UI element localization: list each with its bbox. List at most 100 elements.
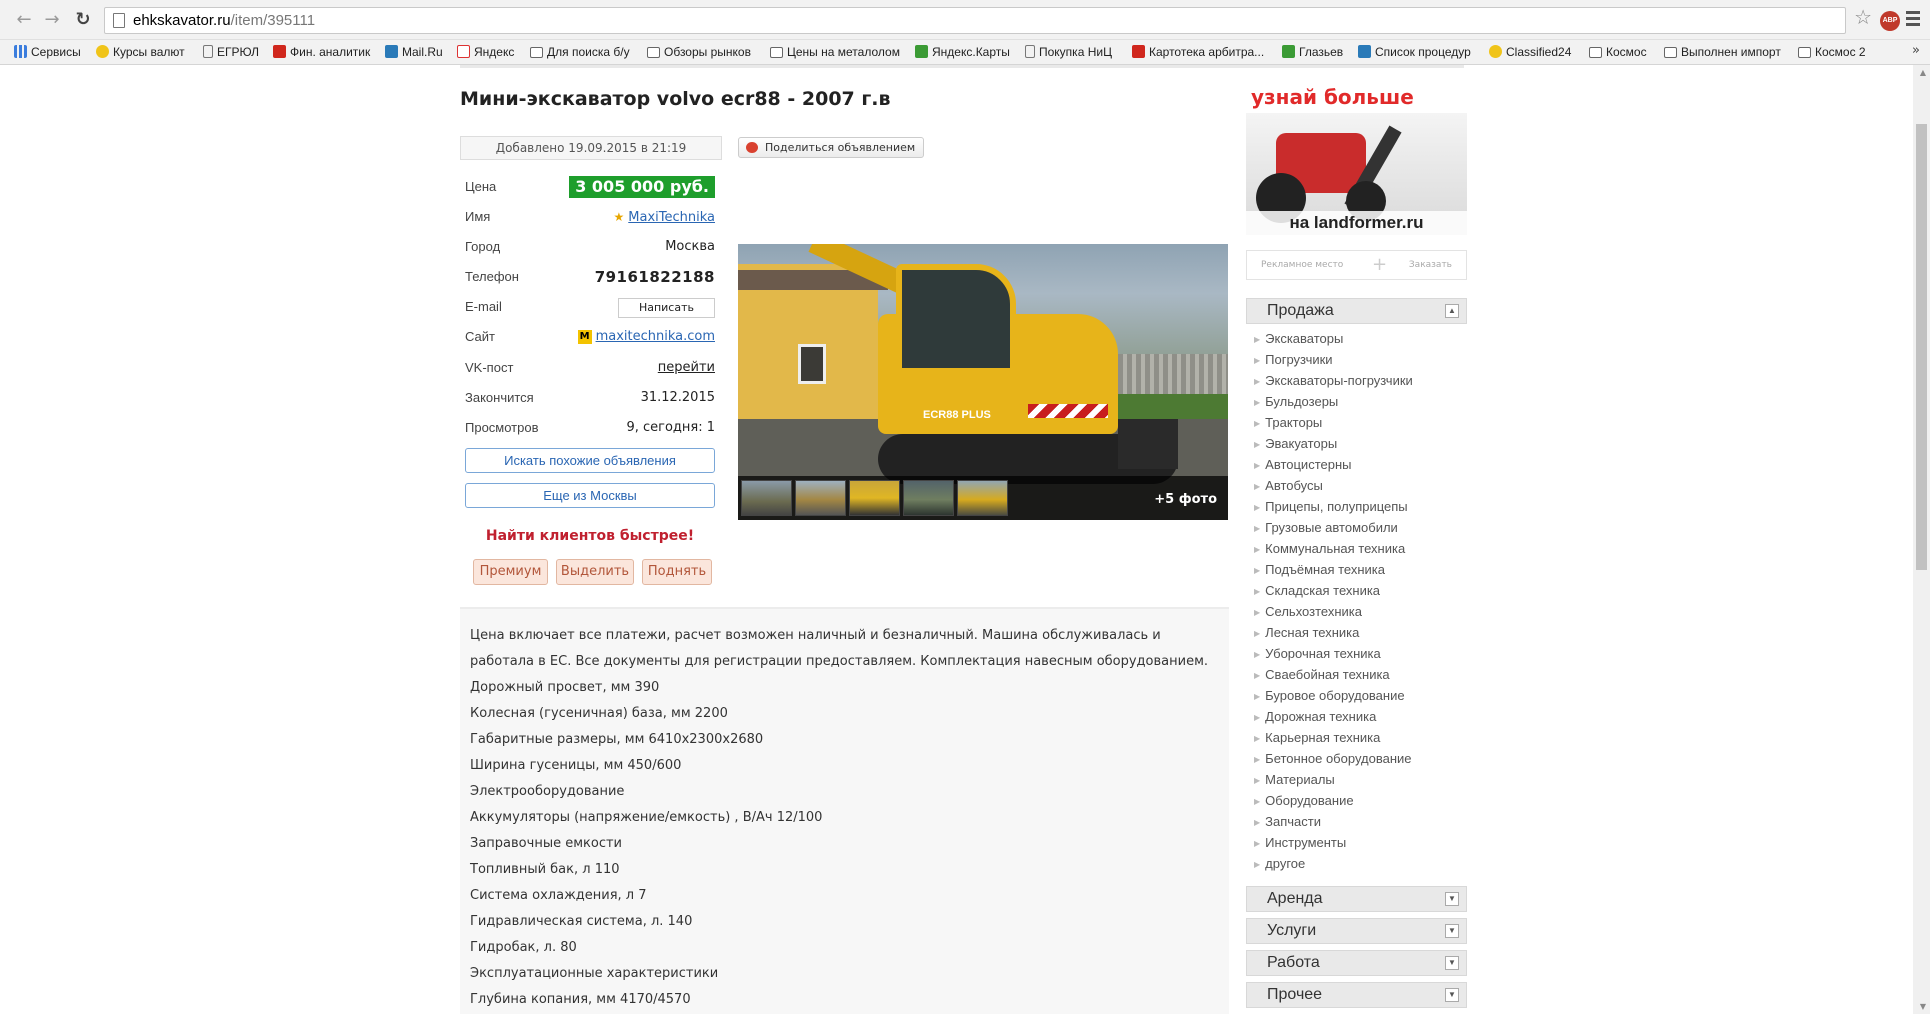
thumbnail[interactable] — [957, 480, 1008, 516]
glaziev-icon — [1282, 45, 1295, 58]
category-item[interactable]: ▶ Свaебойная техника — [1254, 664, 1464, 685]
section-rent[interactable]: Аренда ▼ — [1246, 886, 1467, 912]
back-arrow-icon[interactable]: ← — [14, 9, 34, 31]
site-link[interactable]: maxitechnika.com — [596, 329, 715, 344]
chevron-right-icon: ▶ — [1254, 545, 1261, 554]
url-text[interactable]: ehkskavator.ru/item/395111 — [133, 11, 315, 31]
raise-button[interactable]: Поднять — [642, 559, 712, 585]
category-item[interactable]: ▶ Буровое оборудование — [1254, 685, 1464, 706]
folder-icon — [1798, 47, 1811, 58]
category-item[interactable]: ▶ Погрузчики — [1254, 349, 1464, 370]
chevron-right-icon: ▶ — [1254, 524, 1261, 533]
category-item[interactable]: ▶ Лесная техника — [1254, 622, 1464, 643]
main-photo[interactable]: ECR88 PLUS +5 фото — [738, 244, 1228, 520]
share-icon — [746, 142, 758, 153]
bookmark-procedures[interactable]: Список процедур — [1358, 43, 1471, 61]
bookmark-kosmos-2[interactable]: Космос 2 — [1798, 43, 1866, 61]
reload-icon[interactable]: ↻ — [73, 9, 93, 31]
category-item[interactable]: ▶ Автоцистерны — [1254, 454, 1464, 475]
category-item[interactable]: ▶ Прицепы, полуприцепы — [1254, 496, 1464, 517]
bookmark-yandex[interactable]: Яндекс — [457, 43, 514, 61]
expand-icon[interactable]: ▼ — [1445, 956, 1459, 970]
address-bar[interactable]: ehkskavator.ru/item/395111 — [104, 7, 1846, 34]
more-from-moscow-button[interactable]: Еще из Москвы — [465, 483, 715, 508]
category-item[interactable]: ▶ Сельхозтехника — [1254, 601, 1464, 622]
section-sale[interactable]: Продажа ▲ — [1246, 298, 1467, 324]
thumbnail[interactable] — [903, 480, 954, 516]
scroll-down-icon[interactable]: ▼ — [1920, 1002, 1926, 1011]
category-item[interactable]: ▶ Дорожная техника — [1254, 706, 1464, 727]
write-email-button[interactable]: Написать — [617, 298, 715, 318]
bookmark-currency[interactable]: Курсы валют — [96, 43, 185, 61]
expand-icon[interactable]: ▼ — [1445, 988, 1459, 1002]
bookmark-used-search[interactable]: Для поиска б/у — [530, 43, 630, 61]
category-item[interactable]: ▶ Коммунальная техника — [1254, 538, 1464, 559]
bookmark-glaziev[interactable]: Глазьев — [1282, 43, 1343, 61]
ad-order-link[interactable]: Заказать — [1409, 251, 1452, 279]
bookmark-star-icon[interactable]: ☆ — [1854, 6, 1872, 28]
bookmark-services[interactable]: Сервисы — [14, 43, 81, 61]
section-other[interactable]: Прочее ▼ — [1246, 982, 1467, 1008]
category-item[interactable]: ▶ Экскаваторы-погрузчики — [1254, 370, 1464, 391]
highlight-button[interactable]: Выделить — [556, 559, 634, 585]
collapse-icon[interactable]: ▲ — [1445, 304, 1459, 318]
category-item[interactable]: ▶ Оборудование — [1254, 790, 1464, 811]
scrollbar-thumb[interactable] — [1916, 124, 1927, 570]
category-item[interactable]: ▶ Уборочная техника — [1254, 643, 1464, 664]
chevron-right-icon: ▶ — [1254, 713, 1261, 722]
landformer-banner[interactable]: узнай больше на landformer.ru — [1246, 83, 1467, 235]
thumbnail[interactable] — [795, 480, 846, 516]
expand-icon[interactable]: ▼ — [1445, 924, 1459, 938]
category-item[interactable]: ▶ Подъёмная техника — [1254, 559, 1464, 580]
description-line: Ширина гусеницы, мм 450/600 — [470, 758, 682, 773]
category-item[interactable]: ▶ Запчасти — [1254, 811, 1464, 832]
premium-button[interactable]: Премиум — [473, 559, 548, 585]
category-item[interactable]: ▶ Материалы — [1254, 769, 1464, 790]
share-button[interactable]: Поделиться объявлением — [738, 137, 925, 158]
bookmark-market-reviews[interactable]: Обзоры рынков — [647, 43, 751, 61]
bookmark-scrap-prices[interactable]: Цены на металолом — [770, 43, 900, 61]
bookmarks-overflow-icon[interactable]: » — [1912, 43, 1920, 58]
category-item[interactable]: ▶ Тракторы — [1254, 412, 1464, 433]
vk-label: VK-пост — [465, 360, 514, 375]
scroll-up-icon[interactable]: ▲ — [1920, 68, 1926, 77]
chevron-right-icon: ▶ — [1254, 839, 1261, 848]
category-item[interactable]: ▶ Эвакуаторы — [1254, 433, 1464, 454]
section-jobs[interactable]: Работа ▼ — [1246, 950, 1467, 976]
ad-placeholder[interactable]: Рекламное место + Заказать — [1246, 250, 1467, 280]
bookmark-arbitr[interactable]: Картотека арбитра... — [1132, 43, 1264, 61]
category-item[interactable]: ▶ Складская техника — [1254, 580, 1464, 601]
bookmark-classified24[interactable]: Classified24 — [1489, 43, 1571, 61]
bookmark-import[interactable]: Выполнен импорт — [1664, 43, 1781, 61]
category-item[interactable]: ▶ Бульдозеры — [1254, 391, 1464, 412]
bookmark-mailru[interactable]: Mail.Ru — [385, 43, 443, 61]
bookmark-yandex-maps[interactable]: Яндекс.Карты — [915, 43, 1010, 61]
browser-menu-icon[interactable] — [1906, 11, 1920, 29]
city-value: Москва — [665, 239, 715, 254]
more-photos-link[interactable]: +5 фото — [1154, 492, 1217, 507]
vk-link[interactable]: перейти — [658, 357, 715, 379]
bookmark-egrul[interactable]: ЕГРЮЛ — [203, 43, 259, 61]
seller-name-link[interactable]: MaxiTechnika — [628, 210, 715, 225]
forward-arrow-icon[interactable]: → — [42, 9, 62, 31]
expand-icon[interactable]: ▼ — [1445, 892, 1459, 906]
category-item[interactable]: ▶ Инструменты — [1254, 832, 1464, 853]
folder-icon — [1664, 47, 1677, 58]
thumbnail[interactable] — [849, 480, 900, 516]
category-item[interactable]: ▶ Карьерная техника — [1254, 727, 1464, 748]
phone-label: Телефон — [465, 269, 519, 284]
chevron-right-icon: ▶ — [1254, 356, 1261, 365]
bookmark-kosmos[interactable]: Космос — [1589, 43, 1647, 61]
bookmark-nic[interactable]: Покупка НиЦ — [1025, 43, 1112, 61]
category-item[interactable]: ▶ Экскаваторы — [1254, 328, 1464, 349]
category-item[interactable]: ▶ Бетонное оборудование — [1254, 748, 1464, 769]
search-similar-button[interactable]: Искать похожие объявления — [465, 448, 715, 473]
category-item[interactable]: ▶ Автобусы — [1254, 475, 1464, 496]
category-item[interactable]: ▶ Грузовые автомобили — [1254, 517, 1464, 538]
classified-icon — [1489, 45, 1502, 58]
category-item[interactable]: ▶ другое — [1254, 853, 1464, 874]
adblock-icon[interactable]: ABP — [1880, 11, 1900, 31]
bookmark-fin-analytic[interactable]: Фин. аналитик — [273, 43, 370, 61]
thumbnail[interactable] — [741, 480, 792, 516]
section-services[interactable]: Услуги ▼ — [1246, 918, 1467, 944]
